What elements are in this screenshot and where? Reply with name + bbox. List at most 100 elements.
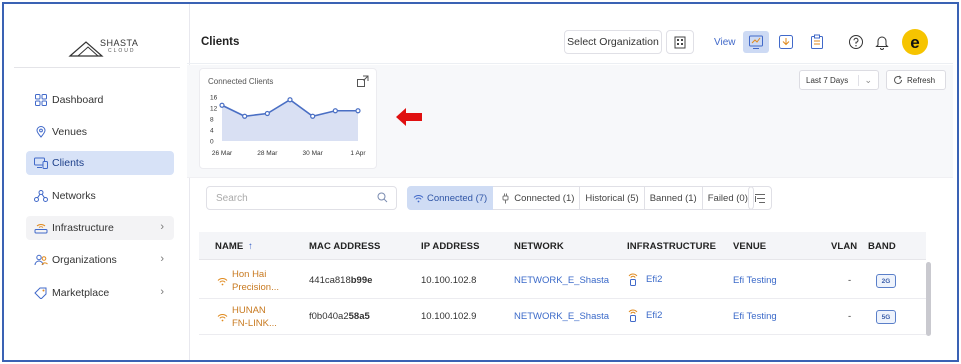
- wifi-icon: [217, 313, 228, 321]
- table-header: NAME ↑ MAC ADDRESS IP ADDRESS NETWORK IN…: [199, 232, 926, 260]
- column-header-vlan[interactable]: VLAN: [831, 241, 857, 252]
- chevron-right-icon: ›: [160, 221, 164, 233]
- page-title: Clients: [201, 36, 240, 48]
- column-filter-button[interactable]: [748, 186, 772, 210]
- tab-connected-wifi[interactable]: Connected (7): [407, 186, 494, 210]
- search-input[interactable]: Search: [206, 186, 397, 210]
- tab-label: Connected (7): [427, 192, 488, 204]
- tab-failed[interactable]: Failed (0): [702, 186, 754, 210]
- sidebar-item-label: Marketplace: [52, 287, 110, 299]
- sidebar: SHASTA CLOUD Dashboard Venues Clients Ne…: [4, 4, 190, 360]
- sidebar-item-label: Infrastructure: [52, 222, 114, 234]
- tab-connected-wired[interactable]: Connected (1): [493, 186, 581, 210]
- svg-text:e: e: [910, 33, 919, 52]
- client-name-cell[interactable]: Hon Hai Precision...: [217, 268, 292, 294]
- y-tick-label: 8: [210, 117, 214, 124]
- organization-switch-button[interactable]: [666, 30, 694, 54]
- network-link[interactable]: NETWORK_E_Shasta: [514, 311, 609, 322]
- data-point[interactable]: [242, 113, 248, 119]
- search-icon: [377, 192, 388, 203]
- view-reports-button[interactable]: [804, 31, 830, 53]
- view-config-button[interactable]: [773, 31, 799, 53]
- data-point[interactable]: [287, 97, 293, 103]
- brand-name: SHASTA: [100, 38, 139, 48]
- column-header-infrastructure[interactable]: INFRASTRUCTURE: [627, 241, 716, 252]
- column-header-band[interactable]: BAND: [868, 241, 896, 252]
- sidebar-item-label: Organizations: [52, 254, 117, 266]
- avatar[interactable]: e: [901, 28, 929, 56]
- card-title: Connected Clients: [208, 77, 274, 86]
- table-row[interactable]: HUNAN FN-LINK... f0b040a258a5 10.100.102…: [199, 299, 926, 335]
- sidebar-item-label: Dashboard: [52, 94, 104, 106]
- band-badge: 5G: [876, 310, 896, 324]
- infrastructure-link[interactable]: Efi2: [627, 272, 662, 286]
- y-tick-label: 4: [210, 128, 214, 135]
- wifi-icon: [413, 194, 424, 202]
- access-point-icon: [628, 309, 638, 322]
- connected-clients-chart: 16 12 8 4 0 26 Mar 28 Mar 30 Mar 1 Apr: [210, 95, 366, 158]
- venue-link[interactable]: Efi Testing: [733, 275, 777, 286]
- organization-select[interactable]: Select Organization: [564, 30, 662, 54]
- refresh-label: Refresh: [907, 75, 936, 85]
- access-point-icon: [628, 273, 638, 286]
- column-header-venue[interactable]: VENUE: [733, 241, 766, 252]
- devices-icon: [34, 156, 48, 170]
- column-header-name[interactable]: NAME ↑: [215, 241, 253, 252]
- x-tick-label: 1 Apr: [350, 150, 366, 157]
- ip-address: 10.100.102.9: [421, 311, 477, 322]
- sidebar-item-marketplace[interactable]: Marketplace ›: [26, 281, 174, 305]
- refresh-icon: [894, 75, 903, 85]
- building-icon: [674, 36, 686, 49]
- tab-historical[interactable]: Historical (5): [580, 186, 645, 210]
- table-row[interactable]: Hon Hai Precision... 441ca818b99e 10.100…: [199, 263, 926, 299]
- date-range-select[interactable]: Last 7 Days ⌄: [799, 70, 879, 90]
- sidebar-item-infrastructure[interactable]: Infrastructure ›: [26, 216, 174, 240]
- data-point[interactable]: [332, 108, 338, 114]
- sidebar-item-networks[interactable]: Networks: [26, 184, 174, 208]
- plug-icon: [502, 193, 509, 203]
- column-header-mac[interactable]: MAC ADDRESS: [309, 241, 380, 252]
- column-header-ip[interactable]: IP ADDRESS: [421, 241, 480, 252]
- vlan-value: -: [848, 311, 852, 322]
- mac-address: f0b040a258a5: [309, 311, 370, 322]
- network-link[interactable]: NETWORK_E_Shasta: [514, 275, 609, 286]
- clipboard-icon: [811, 34, 823, 49]
- content-divider: [187, 177, 953, 178]
- client-name[interactable]: Hon Hai Precision...: [232, 268, 292, 294]
- bell-icon[interactable]: [873, 33, 891, 51]
- band-badge: 2G: [876, 274, 896, 288]
- sidebar-item-label: Clients: [52, 157, 85, 169]
- data-point[interactable]: [310, 113, 316, 119]
- sidebar-item-organizations[interactable]: Organizations ›: [26, 248, 174, 272]
- venue-link[interactable]: Efi Testing: [733, 311, 777, 322]
- help-icon[interactable]: [847, 33, 865, 51]
- y-tick-label: 16: [210, 95, 218, 102]
- sidebar-item-venues[interactable]: Venues: [26, 120, 174, 144]
- x-tick-label: 26 Mar: [212, 150, 233, 157]
- data-point[interactable]: [355, 108, 361, 114]
- table-scrollbar[interactable]: [926, 262, 931, 336]
- search-placeholder: Search: [216, 192, 248, 204]
- chevron-down-icon: ⌄: [858, 75, 872, 86]
- connected-clients-card: Connected Clients 16 12 8 4 0 26 Mar 28 Mar 30 …: [199, 68, 377, 169]
- data-point[interactable]: [264, 110, 270, 117]
- sidebar-item-clients[interactable]: Clients: [26, 151, 174, 175]
- expand-icon[interactable]: [357, 75, 369, 87]
- x-tick-label: 30 Mar: [303, 150, 324, 157]
- tag-icon: [34, 286, 48, 300]
- top-header: Clients Select Organization View e: [187, 20, 953, 64]
- series-area: [222, 99, 358, 141]
- infrastructure-link[interactable]: Efi2: [627, 308, 662, 322]
- view-monitor-button[interactable]: [743, 31, 769, 53]
- data-point[interactable]: [219, 102, 225, 108]
- client-name-cell[interactable]: HUNAN FN-LINK...: [217, 304, 292, 330]
- tab-label: Banned (1): [649, 192, 697, 204]
- client-name[interactable]: HUNAN FN-LINK...: [232, 304, 292, 330]
- column-header-network[interactable]: NETWORK: [514, 241, 564, 252]
- red-arrow-icon: [396, 108, 422, 126]
- sidebar-item-dashboard[interactable]: Dashboard: [26, 88, 174, 112]
- tab-banned[interactable]: Banned (1): [644, 186, 703, 210]
- refresh-button[interactable]: Refresh: [886, 70, 946, 90]
- chevron-right-icon: ›: [160, 253, 164, 265]
- settings-download-icon: [779, 35, 793, 49]
